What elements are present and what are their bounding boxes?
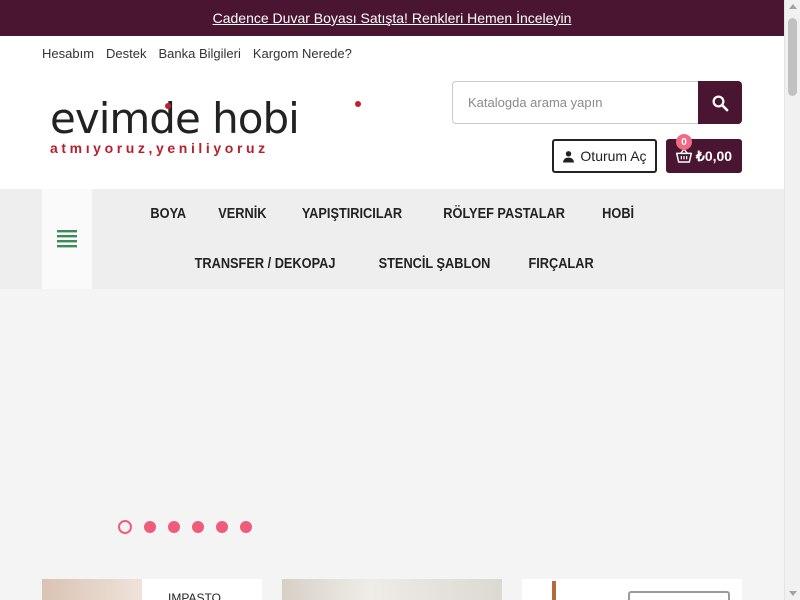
- slider-dot[interactable]: [216, 521, 228, 533]
- login-button[interactable]: Oturum Aç: [552, 139, 657, 173]
- search-button[interactable]: [698, 81, 742, 124]
- track-shipment-link[interactable]: Kargom Nerede?: [253, 46, 352, 61]
- cart-button[interactable]: 0 ₺0,00: [666, 134, 742, 173]
- cart-total: ₺0,00: [695, 147, 733, 164]
- product-card[interactable]: [282, 579, 502, 600]
- scroll-up-icon[interactable]: [789, 4, 797, 9]
- product-card[interactable]: IMPASTO: [42, 579, 262, 600]
- search-bar: [452, 81, 742, 124]
- logo-dot: [165, 103, 171, 109]
- scrollbar-thumb[interactable]: [788, 18, 797, 96]
- announcement-bar: Cadence Duvar Boyası Satışta! Renkleri H…: [0, 0, 784, 36]
- cart-count-badge: 0: [676, 134, 692, 150]
- main-navigation: [0, 189, 784, 289]
- slider-dot[interactable]: [192, 521, 204, 533]
- menu-toggle-button[interactable]: [42, 189, 92, 289]
- nav-item-hobi[interactable]: HOBİ: [602, 206, 634, 222]
- nav-item-boya[interactable]: BOYA: [151, 206, 187, 222]
- nav-item-fircalar[interactable]: FIRÇALAR: [529, 256, 594, 272]
- slider-dot[interactable]: [118, 520, 132, 534]
- slider-dot[interactable]: [168, 521, 180, 533]
- nav-item-stencil-sablon[interactable]: STENCİL ŞABLON: [379, 256, 491, 272]
- site-logo[interactable]: evimde hobi atmıyoruz,yeniliyoruz: [50, 94, 361, 160]
- nav-item-rolyef-pastalar[interactable]: RÖLYEF PASTALAR: [444, 206, 566, 222]
- hamburger-icon: [57, 230, 77, 248]
- product-card[interactable]: [522, 579, 742, 600]
- product-image: [552, 581, 556, 600]
- announcement-link[interactable]: Cadence Duvar Boyası Satışta! Renkleri H…: [213, 10, 572, 26]
- login-label: Oturum Aç: [580, 148, 647, 164]
- search-input[interactable]: [452, 81, 698, 124]
- product-image: [282, 579, 502, 600]
- nav-item-vernik[interactable]: VERNİK: [218, 206, 266, 222]
- nav-item-transfer-dekopaj[interactable]: TRANSFER / DEKOPAJ: [195, 256, 336, 272]
- product-title: IMPASTO: [168, 591, 221, 600]
- user-links: Hesabım Destek Banka Bilgileri Kargom Ne…: [42, 46, 352, 61]
- user-icon: [563, 150, 575, 162]
- nav-row-2: TRANSFER / DEKOPAJ STENCİL ŞABLON FIRÇAL…: [92, 256, 692, 272]
- logo-dot: [355, 101, 361, 107]
- product-image: [42, 579, 142, 600]
- account-link[interactable]: Hesabım: [42, 46, 94, 61]
- support-link[interactable]: Destek: [106, 46, 146, 61]
- nav-item-yapistiricilar[interactable]: YAPIŞTIRICILAR: [302, 206, 402, 222]
- logo-wordmark: evimde hobi: [50, 94, 300, 143]
- bank-info-link[interactable]: Banka Bilgileri: [159, 46, 241, 61]
- hero-slider[interactable]: [0, 289, 784, 600]
- slider-pagination: [118, 520, 252, 534]
- basket-icon: [675, 149, 692, 163]
- page-scrollbar[interactable]: [784, 0, 800, 600]
- product-image: [628, 591, 730, 600]
- search-icon: [712, 95, 729, 111]
- scroll-down-icon[interactable]: [789, 591, 797, 596]
- nav-row-1: BOYA VERNİK YAPIŞTIRICILAR RÖLYEF PASTAL…: [92, 206, 692, 222]
- slider-dot[interactable]: [240, 521, 252, 533]
- slider-dot[interactable]: [144, 521, 156, 533]
